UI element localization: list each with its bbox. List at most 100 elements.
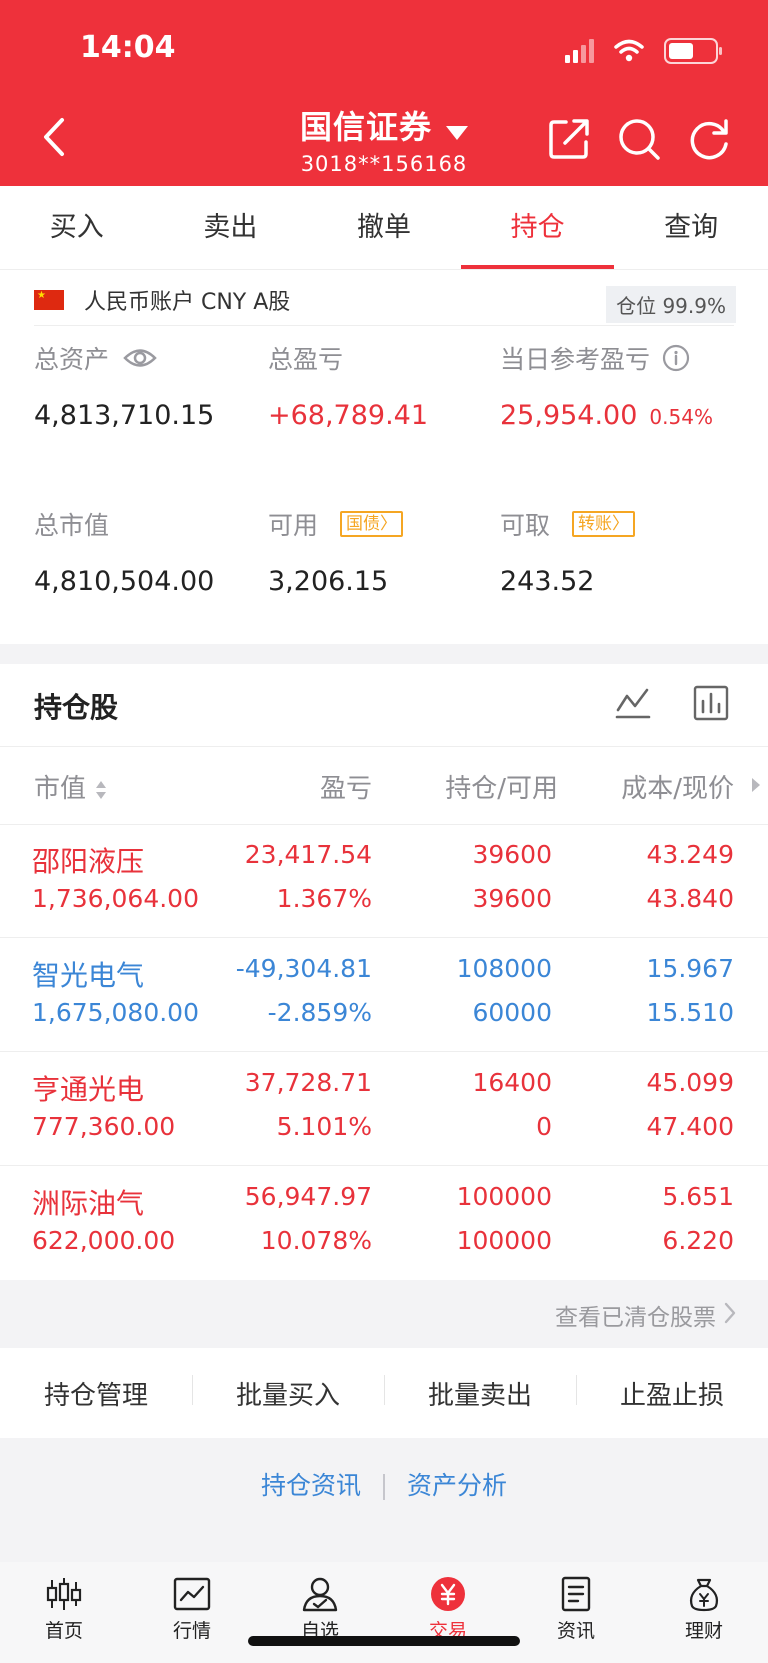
nav-label: 资讯: [556, 1620, 595, 1642]
nav-label: 行情: [172, 1620, 211, 1642]
divider: [383, 1474, 385, 1500]
stock-price: 47.400: [646, 1112, 734, 1141]
app-header: 14:04 国信证券 3018**156168: [0, 0, 768, 186]
holdings-section: 持仓股 市值 盈亏 持仓/可用 成本/现价 邵阳液压 1,736,064.00 …: [0, 664, 768, 1280]
divider: [34, 325, 734, 326]
total-pnl-label: 总盈亏: [268, 345, 344, 374]
stock-pnl-percent: 1.367%: [276, 884, 372, 913]
stock-row[interactable]: 亨通光电 777,360.00 37,728.71 5.101% 16400 0…: [0, 1052, 768, 1166]
stock-pnl-percent: -2.859%: [267, 998, 372, 1027]
market-value-value: 4,810,504.00: [34, 566, 215, 597]
day-pnl-percent: 0.54%: [649, 405, 713, 429]
cleared-stocks-link[interactable]: 查看已清仓股票: [0, 1280, 768, 1348]
tab-buy[interactable]: 买入: [0, 186, 154, 269]
nav-label: 首页: [44, 1620, 83, 1642]
wifi-icon: [614, 39, 644, 62]
tab-query[interactable]: 查询: [614, 186, 768, 269]
document-icon: [561, 1576, 591, 1612]
tab-positions[interactable]: 持仓: [460, 186, 615, 269]
line-chart-icon[interactable]: [614, 684, 652, 722]
stock-cost: 5.651: [662, 1182, 734, 1211]
total-pnl-value: +68,789.41: [268, 400, 429, 431]
chevron-right-icon: [724, 1302, 736, 1324]
stock-row[interactable]: 邵阳液压 1,736,064.00 23,417.54 1.367% 39600…: [0, 824, 768, 938]
holdings-title: 持仓股: [34, 691, 119, 724]
total-assets-value: 4,813,710.15: [34, 400, 215, 431]
stock-name: 邵阳液压: [32, 845, 145, 878]
stock-available: 60000: [472, 998, 552, 1027]
stock-market-value: 1,736,064.00: [32, 884, 199, 913]
withdrawable-value: 243.52: [500, 566, 595, 597]
stock-market-value: 622,000.00: [32, 1226, 176, 1255]
stock-market-value: 777,360.00: [32, 1112, 176, 1141]
tab-cancel[interactable]: 撤单: [307, 186, 461, 269]
info-icon[interactable]: [662, 344, 690, 372]
nav-home[interactable]: 首页: [0, 1562, 128, 1663]
stock-row[interactable]: 洲际油气 622,000.00 56,947.97 10.078% 100000…: [0, 1166, 768, 1280]
batch-buy-button[interactable]: 批量买入: [192, 1374, 384, 1412]
stock-position: 108000: [456, 954, 552, 983]
chart-icon: [173, 1577, 211, 1611]
account-label: 人民币账户 CNY A股: [84, 290, 291, 315]
col-market-value-sort[interactable]: 市值: [34, 768, 108, 805]
tab-sell[interactable]: 卖出: [154, 186, 308, 269]
stock-pnl: -49,304.81: [235, 954, 372, 983]
total-assets-label: 总资产: [34, 340, 157, 376]
nav-news[interactable]: 资讯: [512, 1562, 640, 1663]
col-cost-price: 成本/现价: [621, 774, 734, 804]
stock-available: 39600: [472, 884, 552, 913]
stock-name: 智光电气: [32, 959, 145, 992]
day-pnl-value: 25,954.00 0.54%: [500, 400, 713, 431]
search-icon[interactable]: [616, 116, 662, 162]
stock-available: 100000: [456, 1226, 552, 1255]
scroll-right-icon[interactable]: [750, 776, 762, 794]
col-pnl: 盈亏: [319, 774, 372, 804]
nav-watchlist[interactable]: 自选: [256, 1562, 384, 1663]
col-position: 持仓/可用: [445, 774, 558, 804]
refresh-icon[interactable]: [686, 116, 732, 162]
position-ratio-badge: 仓位 99.9%: [606, 286, 736, 323]
status-time: 14:04: [80, 30, 176, 65]
footer-links: 持仓资讯 资产分析: [0, 1466, 768, 1502]
user-check-icon: [302, 1577, 338, 1612]
candlestick-icon: [46, 1578, 82, 1610]
broker-title: 国信证券: [299, 108, 432, 146]
eye-icon[interactable]: [123, 347, 157, 369]
nav-wealth[interactable]: 理财: [640, 1562, 768, 1663]
status-icons: [565, 36, 722, 66]
manage-positions-button[interactable]: 持仓管理: [0, 1375, 192, 1412]
available-label: 可用 国债〉: [268, 506, 404, 542]
divider: [0, 746, 768, 747]
stock-position: 39600: [472, 840, 552, 869]
stock-row[interactable]: 智光电气 1,675,080.00 -49,304.81 -2.859% 108…: [0, 938, 768, 1052]
trade-tabs: 买入 卖出 撤单 持仓 查询: [0, 186, 768, 270]
available-value: 3,206.15: [268, 566, 389, 597]
bond-button[interactable]: 国债〉: [340, 511, 404, 537]
stop-profit-loss-button[interactable]: 止盈止损: [576, 1374, 768, 1412]
bottom-nav: 首页 行情 自选 交易 资讯 理财: [0, 1562, 768, 1663]
transfer-button[interactable]: 转账〉: [572, 511, 636, 537]
stock-pnl-percent: 10.078%: [260, 1226, 372, 1255]
account-summary: 人民币账户 CNY A股 仓位 99.9% 总资产 4,813,710.15 总…: [0, 270, 768, 644]
nav-trade[interactable]: 交易: [384, 1562, 512, 1663]
bar-chart-icon[interactable]: [692, 684, 730, 722]
batch-sell-button[interactable]: 批量卖出: [384, 1374, 576, 1412]
holdings-news-link[interactable]: 持仓资讯: [261, 1471, 361, 1500]
stock-cost: 43.249: [646, 840, 734, 869]
nav-market[interactable]: 行情: [128, 1562, 256, 1663]
withdrawable-label: 可取 转账〉: [500, 506, 636, 542]
stock-price: 6.220: [662, 1226, 734, 1255]
cellular-signal-icon: [565, 39, 594, 63]
stock-pnl: 23,417.54: [244, 840, 372, 869]
market-value-label: 总市值: [34, 511, 110, 540]
nav-label: 理财: [684, 1620, 723, 1642]
yuan-icon: [431, 1577, 465, 1611]
sort-icon: [96, 780, 107, 799]
dropdown-arrow-icon: [446, 126, 468, 140]
stock-pnl-percent: 5.101%: [276, 1112, 372, 1141]
asset-analysis-link[interactable]: 资产分析: [407, 1471, 507, 1500]
account-type: 人民币账户 CNY A股: [34, 284, 290, 316]
stock-position: 16400: [472, 1068, 552, 1097]
share-icon[interactable]: [546, 116, 592, 162]
stock-cost: 45.099: [646, 1068, 734, 1097]
